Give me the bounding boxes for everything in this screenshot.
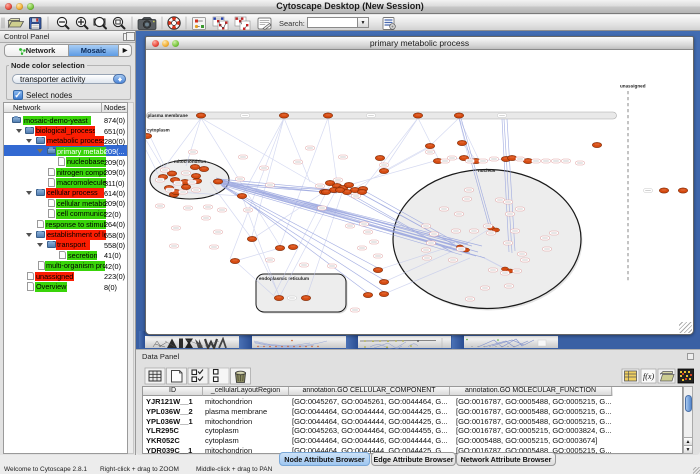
- svg-text:unassigned: unassigned: [620, 84, 646, 89]
- svg-text:f(x): f(x): [643, 372, 654, 381]
- svg-text:plasma membrane: plasma membrane: [148, 113, 189, 118]
- svg-text:cytoplasm: cytoplasm: [147, 128, 170, 133]
- svg-text:endoplasmic reticulum: endoplasmic reticulum: [259, 276, 309, 281]
- svg-text:mitochondrion: mitochondrion: [174, 159, 206, 164]
- svg-text:nucleus: nucleus: [478, 168, 496, 173]
